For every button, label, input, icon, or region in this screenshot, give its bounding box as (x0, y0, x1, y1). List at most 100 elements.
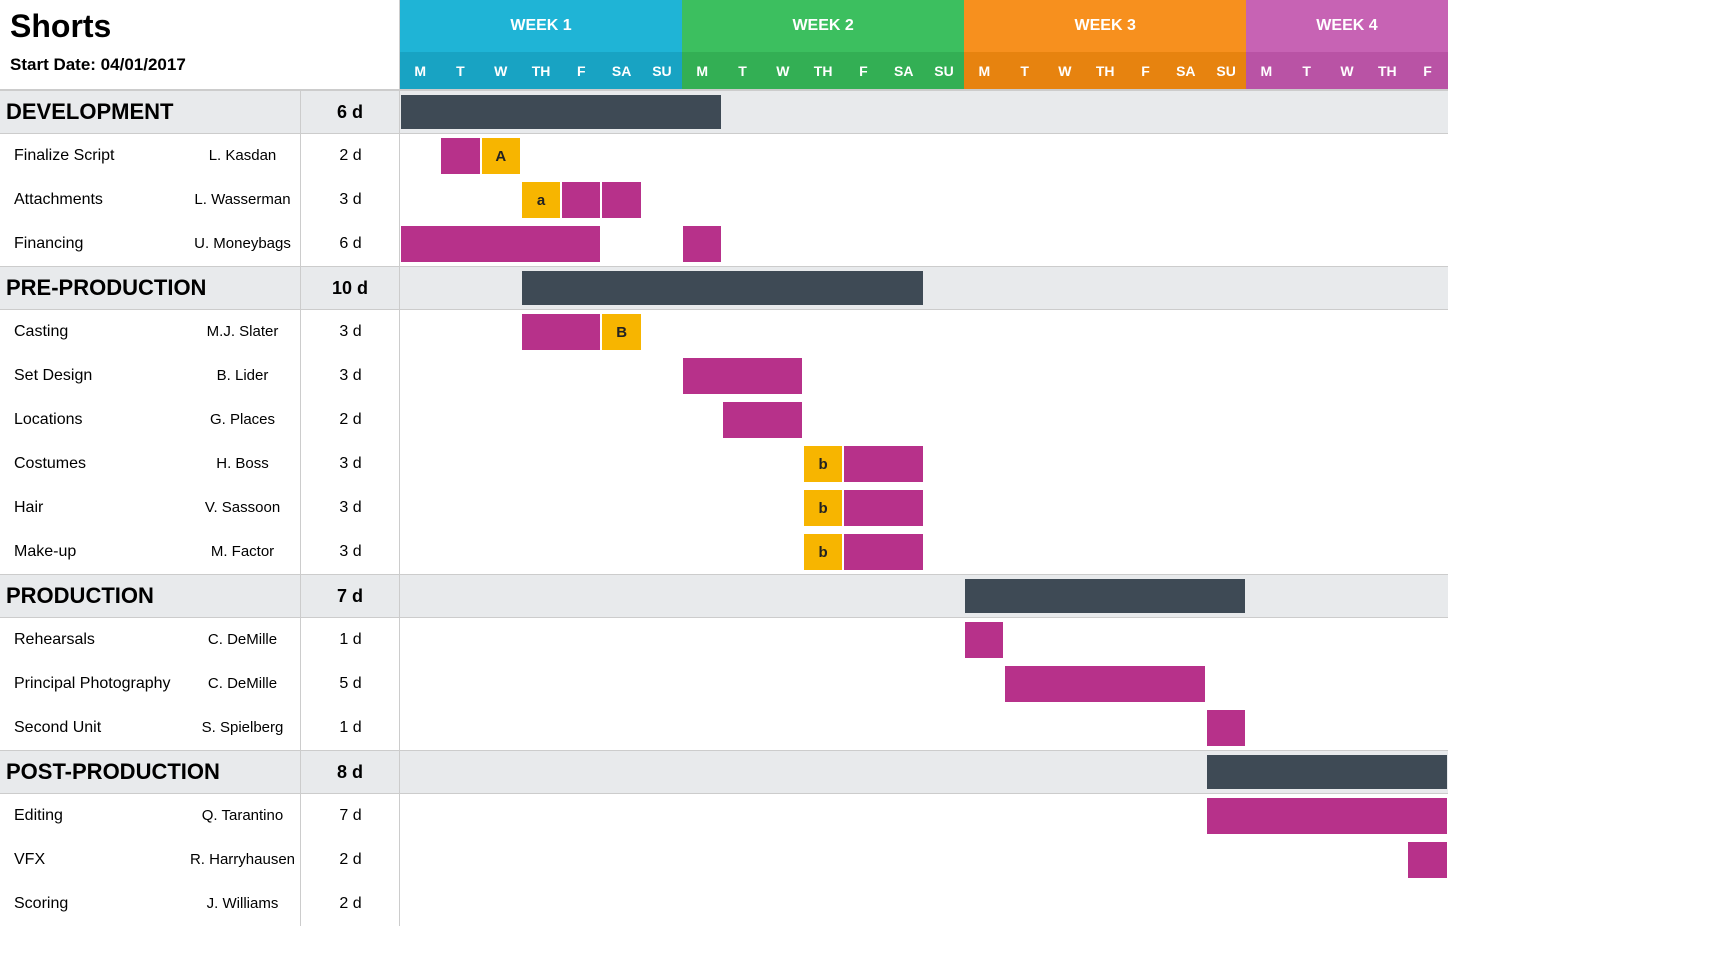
phase-bar (522, 271, 923, 305)
task-duration: 7 d (300, 794, 400, 838)
task-bar (1207, 710, 1245, 746)
day-header: SU (924, 52, 964, 90)
day-header: M (400, 52, 440, 90)
task-owner: C. DeMille (185, 662, 300, 706)
project-title: Shorts (10, 8, 389, 45)
task-bar-row (400, 662, 1448, 706)
task-bar (844, 446, 923, 482)
task-bar-row (400, 706, 1448, 750)
task-owner: U. Moneybags (185, 222, 300, 266)
task-duration: 3 d (300, 442, 400, 486)
day-header: W (1327, 52, 1367, 90)
phase-duration: 6 d (300, 91, 400, 133)
task-duration: 6 d (300, 222, 400, 266)
task-duration: 1 d (300, 618, 400, 662)
task-duration: 3 d (300, 310, 400, 354)
task-name: Finalize Script (0, 134, 185, 178)
task-owner: J. Williams (185, 882, 300, 926)
task-name: Principal Photography (0, 662, 185, 706)
phase-bar-row (400, 266, 1448, 310)
day-header: F (561, 52, 601, 90)
day-header: T (1287, 52, 1327, 90)
task-owner: Q. Tarantino (185, 794, 300, 838)
task-row: CostumesH. Boss3 d (0, 442, 400, 486)
day-header: T (722, 52, 762, 90)
task-name: Scoring (0, 882, 185, 926)
task-duration: 3 d (300, 178, 400, 222)
phase-duration: 8 d (300, 751, 400, 793)
task-bar (844, 490, 923, 526)
day-header: W (481, 52, 521, 90)
week-header: WEEK 3 (964, 0, 1246, 52)
task-name: Editing (0, 794, 185, 838)
phase-row: PRE-PRODUCTION10 d (0, 266, 400, 310)
task-bar (683, 226, 721, 262)
task-bar-row: B (400, 310, 1448, 354)
phase-row: PRODUCTION7 d (0, 574, 400, 618)
phase-duration: 7 d (300, 575, 400, 617)
task-duration: 5 d (300, 662, 400, 706)
week-header: WEEK 4 (1246, 0, 1447, 52)
task-duration: 2 d (300, 838, 400, 882)
task-bar (683, 358, 802, 394)
task-bar-row (400, 794, 1448, 838)
task-bar-row (400, 398, 1448, 442)
milestone-marker: B (602, 314, 640, 350)
task-owner: M.J. Slater (185, 310, 300, 354)
day-header: T (440, 52, 480, 90)
milestone-marker: A (482, 138, 520, 174)
day-header: M (1246, 52, 1286, 90)
day-header: T (1004, 52, 1044, 90)
task-row: Set DesignB. Lider3 d (0, 354, 400, 398)
day-header: W (1045, 52, 1085, 90)
task-row: AttachmentsL. Wasserman3 d (0, 178, 400, 222)
task-name: VFX (0, 838, 185, 882)
task-row: EditingQ. Tarantino7 d (0, 794, 400, 838)
task-name: Rehearsals (0, 618, 185, 662)
task-bar (562, 182, 600, 218)
task-row: CastingM.J. Slater3 d (0, 310, 400, 354)
task-row: Second UnitS. Spielberg1 d (0, 706, 400, 750)
task-bar (965, 622, 1003, 658)
task-name: Hair (0, 486, 185, 530)
day-header: M (964, 52, 1004, 90)
milestone-marker: b (804, 534, 842, 570)
phase-bar-row (400, 574, 1448, 618)
phase-bar-row (400, 750, 1448, 794)
phase-row: POST-PRODUCTION8 d (0, 750, 400, 794)
milestone-marker: a (522, 182, 560, 218)
task-bar-row (400, 838, 1448, 882)
task-name: Casting (0, 310, 185, 354)
task-owner: L. Kasdan (185, 134, 300, 178)
task-row: LocationsG. Places2 d (0, 398, 400, 442)
phase-name: PRODUCTION (0, 575, 300, 617)
task-bar-row: a (400, 178, 1448, 222)
task-bar (844, 534, 923, 570)
phase-name: POST-PRODUCTION (0, 751, 300, 793)
task-name: Costumes (0, 442, 185, 486)
task-owner: B. Lider (185, 354, 300, 398)
task-duration: 3 d (300, 530, 400, 574)
task-bar-row: b (400, 486, 1448, 530)
day-header: F (1125, 52, 1165, 90)
task-duration: 2 d (300, 134, 400, 178)
task-name: Set Design (0, 354, 185, 398)
day-header: SA (601, 52, 641, 90)
task-bar (401, 226, 600, 262)
day-header: TH (1085, 52, 1125, 90)
task-row: ScoringJ. Williams2 d (0, 882, 400, 926)
task-owner: V. Sassoon (185, 486, 300, 530)
task-bar (1207, 798, 1447, 834)
task-owner: L. Wasserman (185, 178, 300, 222)
task-bar (723, 402, 802, 438)
phase-duration: 10 d (300, 267, 400, 309)
day-header: SU (642, 52, 682, 90)
task-bar-row: b (400, 442, 1448, 486)
task-owner: S. Spielberg (185, 706, 300, 750)
day-header: W (763, 52, 803, 90)
task-name: Make-up (0, 530, 185, 574)
day-header: TH (1367, 52, 1407, 90)
task-name: Attachments (0, 178, 185, 222)
task-bar (1005, 666, 1204, 702)
task-name: Second Unit (0, 706, 185, 750)
